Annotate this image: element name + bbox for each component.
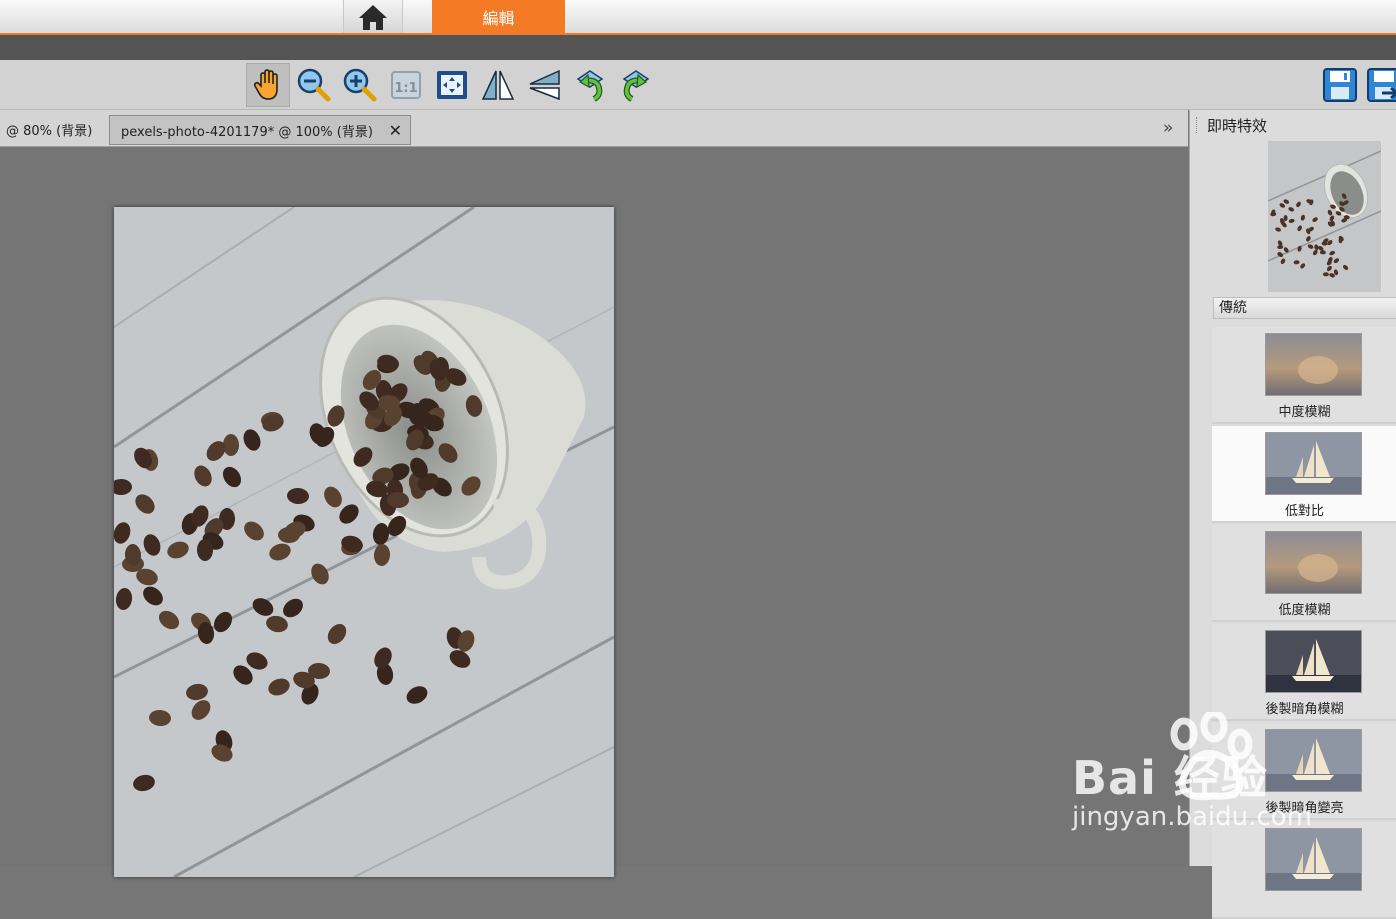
effect-label: 低度模糊 — [1278, 603, 1331, 618]
photo-coffee-beans-cup — [114, 207, 614, 877]
svg-text:1:1: 1:1 — [394, 81, 417, 96]
save-as-button[interactable] — [1362, 63, 1396, 107]
hand-icon — [253, 69, 278, 100]
effect-label: 低對比 — [1284, 504, 1324, 519]
effect-item[interactable] — [1212, 822, 1396, 919]
image-canvas[interactable] — [0, 147, 1188, 877]
flip-horizontal-button[interactable] — [476, 63, 520, 107]
actual-size-icon: 1:1 — [391, 71, 421, 99]
document-tab-active[interactable]: pexels-photo-4201179* @ 100% (背景) ✕ — [109, 115, 411, 145]
effect-preview-thumbnail — [1268, 141, 1381, 292]
top-menu-bar: 編輯 — [0, 0, 1396, 35]
menu-divider-band — [0, 35, 1396, 60]
effect-thumbnail — [1265, 531, 1362, 594]
rotate-right-icon — [622, 70, 650, 102]
effect-thumbnail — [1265, 630, 1362, 693]
effect-item[interactable]: 中度模糊 — [1212, 327, 1396, 424]
actual-size-button[interactable]: 1:1 — [384, 63, 428, 107]
toolbar: 1:1 — [0, 60, 1396, 110]
hand-tool-button[interactable] — [246, 63, 290, 107]
rotate-left-button[interactable] — [568, 63, 612, 107]
zoom-in-button[interactable] — [338, 63, 382, 107]
effect-category-dropdown[interactable]: 傳統 — [1213, 297, 1396, 319]
effect-label: 後製暗角變亮 — [1265, 801, 1344, 816]
edit-mode-tab[interactable]: 編輯 — [432, 0, 565, 33]
home-icon — [359, 4, 387, 30]
rotate-left-icon — [576, 70, 604, 102]
effect-thumbnail — [1265, 432, 1362, 495]
zoom-out-icon — [297, 68, 331, 102]
document-tab-label: pexels-photo-4201179* @ 100% (背景) — [121, 124, 373, 140]
tabs-overflow-chevron-icon[interactable]: » — [1163, 118, 1173, 138]
effect-thumbnail — [1265, 729, 1362, 792]
document-tab-label: @ 80% (背景) — [6, 123, 93, 139]
home-button[interactable] — [343, 0, 403, 33]
effect-thumbnail — [1265, 828, 1362, 891]
flip-vertical-button[interactable] — [522, 63, 566, 107]
zoom-out-button[interactable] — [292, 63, 336, 107]
effect-label: 中度模糊 — [1278, 405, 1331, 420]
effect-item[interactable]: 低對比 — [1212, 426, 1396, 523]
document-tab-1[interactable]: @ 80% (背景) — [0, 114, 106, 144]
edit-tab-label: 編輯 — [482, 8, 515, 28]
effect-item[interactable]: 後製暗角模糊 — [1212, 624, 1396, 721]
save-icon — [1323, 68, 1357, 102]
close-tab-icon[interactable]: ✕ — [389, 121, 402, 140]
fit-to-window-button[interactable] — [430, 63, 474, 107]
save-as-icon — [1367, 68, 1396, 102]
effect-label: 後製暗角模糊 — [1265, 702, 1344, 717]
document-tabs: @ 80% (背景) pexels-photo-4201179* @ 100% … — [0, 110, 1188, 147]
flip-horizontal-icon — [481, 70, 515, 100]
panel-grip[interactable] — [1196, 117, 1199, 133]
effect-item[interactable]: 後製暗角變亮 — [1212, 723, 1396, 820]
effect-item[interactable]: 低度模糊 — [1212, 525, 1396, 622]
zoom-in-icon — [343, 68, 377, 102]
panel-title: 即時特效 — [1207, 117, 1268, 135]
save-button[interactable] — [1318, 63, 1362, 107]
fit-window-icon — [437, 71, 467, 99]
effect-thumbnail — [1265, 333, 1362, 396]
rotate-right-button[interactable] — [614, 63, 658, 107]
live-effects-panel: 即時特效 傳統 中度模糊低對比低度模糊後製暗角模糊 後製暗角變亮 — [1189, 110, 1396, 919]
flip-vertical-icon — [529, 69, 560, 101]
